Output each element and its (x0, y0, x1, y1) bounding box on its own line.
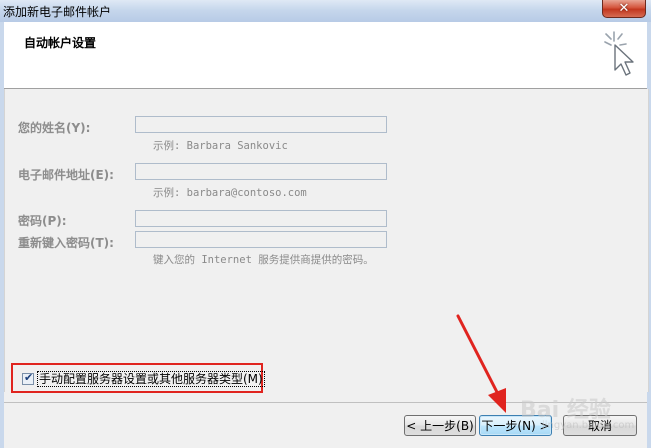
manual-config-highlight: ✔ 手动配置服务器设置或其他服务器类型(M) (11, 363, 265, 393)
password-input[interactable] (135, 210, 387, 227)
checkmark-icon: ✔ (24, 371, 34, 384)
password-label: 密码(P): (18, 214, 67, 228)
retype-password-label: 重新键入密码(T): (18, 236, 114, 250)
window-title: 添加新电子邮件帐户 (3, 5, 112, 19)
retype-password-input[interactable] (135, 231, 387, 248)
email-input[interactable] (135, 163, 387, 180)
email-hint: 示例: barbara@contoso.com (153, 187, 307, 199)
email-label: 电子邮件地址(E): (18, 168, 114, 182)
close-icon: ✕ (618, 1, 630, 16)
watermark-url: jingyan.baidu.com (542, 420, 635, 431)
page-title: 自动帐户设置 (24, 36, 97, 50)
wizard-cursor-icon (604, 31, 634, 76)
name-label: 您的姓名(Y): (18, 121, 91, 135)
close-button[interactable]: ✕ (602, 0, 646, 18)
back-button[interactable]: < 上一步(B) (404, 415, 476, 436)
title-bar[interactable]: 添加新电子邮件帐户 ✕ (0, 0, 651, 23)
password-hint: 键入您的 Internet 服务提供商提供的密码。 (153, 254, 374, 266)
name-input[interactable] (135, 116, 387, 133)
name-hint: 示例: Barbara Sankovic (153, 140, 288, 152)
manual-config-checkbox[interactable]: ✔ (22, 371, 34, 385)
manual-config-label[interactable]: 手动配置服务器设置或其他服务器类型(M) (37, 371, 265, 387)
wizard-header: 自动帐户设置 (4, 22, 647, 89)
